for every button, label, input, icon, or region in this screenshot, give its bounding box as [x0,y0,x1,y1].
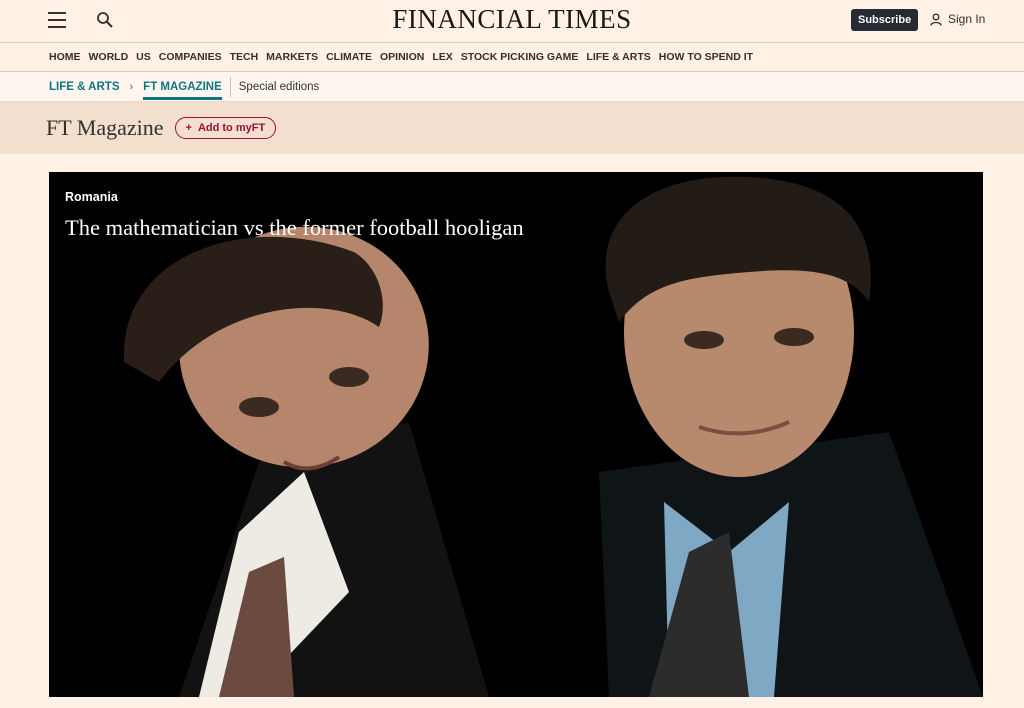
nav-item-lex[interactable]: LEX [432,51,452,63]
breadcrumb-life-arts[interactable]: LIFE & ARTS [49,81,120,93]
page-title: FT Magazine [46,115,164,140]
hero-article-card[interactable]: Romania The mathematician vs the former … [49,172,983,697]
chevron-right-icon: › [129,80,134,93]
nav-item-opinion[interactable]: OPINION [380,51,424,63]
hero-illustration [123,176,983,697]
nav-item-us[interactable]: US [136,51,151,63]
breadcrumb-divider [229,76,231,97]
breadcrumb-special-editions[interactable]: Special editions [239,81,320,93]
add-to-myft-button[interactable]: + Add to myFT [174,117,277,139]
user-icon [930,13,942,26]
top-header: FINANCIAL TIMES Subscribe Sign In [0,0,1024,43]
breadcrumb-ft-magazine[interactable]: FT MAGAZINE [143,81,222,100]
add-to-myft-label: Add to myFT [197,122,266,134]
nav-item-markets[interactable]: MARKETS [266,51,318,63]
nav-item-home[interactable]: HOME [49,51,81,63]
nav-item-life-arts[interactable]: LIFE & ARTS [586,51,650,63]
nav-item-companies[interactable]: COMPANIES [159,51,222,63]
breadcrumb: LIFE & ARTS › FT MAGAZINE Special editio… [0,72,1024,102]
article-headline[interactable]: The mathematician vs the former football… [65,215,524,241]
left-portrait [123,226,489,697]
article-topic-tag[interactable]: Romania [65,190,118,204]
nav-item-world[interactable]: WORLD [89,51,129,63]
right-portrait [599,176,983,697]
nav-item-how-to-spend-it[interactable]: HOW TO SPEND IT [659,51,753,63]
subscribe-button[interactable]: Subscribe [851,9,919,31]
nav-item-stock-picking-game[interactable]: STOCK PICKING GAME [461,51,579,63]
sign-in-label: Sign In [948,12,986,26]
sign-in-link[interactable]: Sign In [930,12,985,26]
plus-icon: + [185,122,192,134]
section-header: FT Magazine + Add to myFT [0,102,1024,154]
main-nav: HOME WORLD US COMPANIES TECH MARKETS CLI… [0,43,1024,72]
nav-item-tech[interactable]: TECH [230,51,259,63]
nav-item-climate[interactable]: CLIMATE [326,51,372,63]
